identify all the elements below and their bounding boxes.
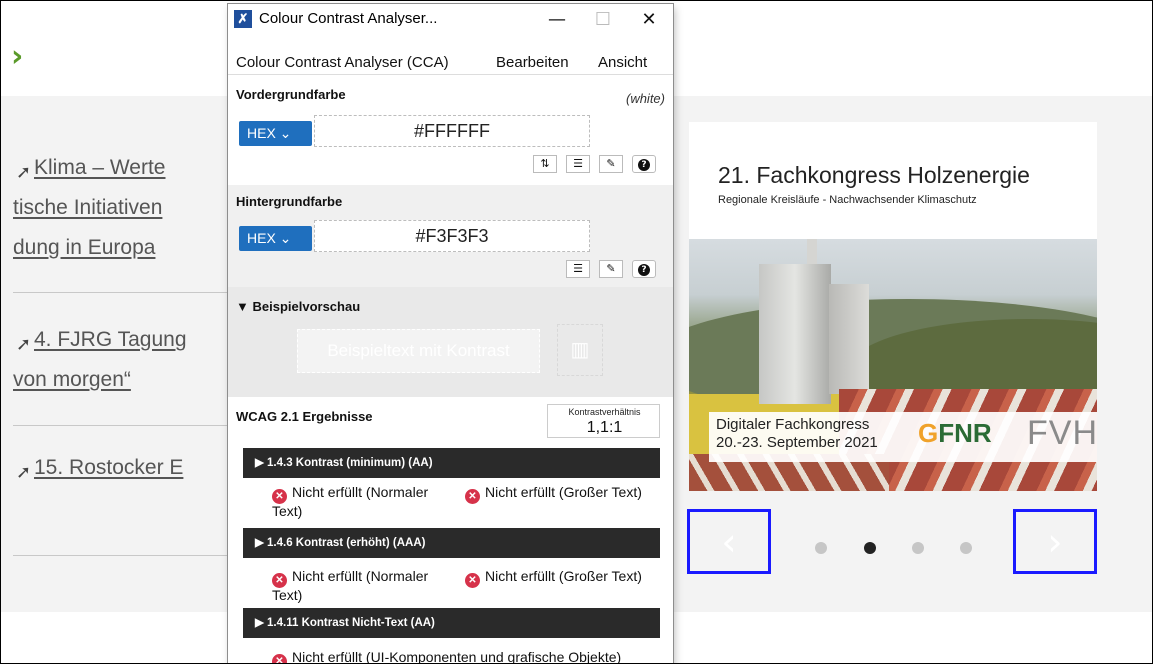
eyedropper-icon[interactable]: ✎ xyxy=(599,260,623,278)
news-link-fjrg[interactable]: 4. FJRG Tagung xyxy=(34,321,187,359)
menu-ansicht[interactable]: Ansicht xyxy=(598,54,647,71)
event-banner: Digitaler Fachkongress 20.-23. September… xyxy=(709,412,1097,462)
menu-cca[interactable]: Colour Contrast Analyser (CCA) xyxy=(236,54,449,71)
results-title: WCAG 2.1 Ergebnisse xyxy=(236,409,373,424)
background-title: Hintergrundfarbe xyxy=(236,194,343,209)
chevron-right-icon: › xyxy=(1047,519,1063,564)
foreground-title: Vordergrundfarbe xyxy=(236,87,346,102)
background-hex-input[interactable]: #F3F3F3 xyxy=(314,220,590,252)
result-normal-text: ✕ Nicht erfüllt (Normaler Text) xyxy=(272,484,429,519)
foreground-format-select[interactable]: HEX ⌄ xyxy=(239,121,312,146)
news-link-klima-line2[interactable]: tische Initiativen xyxy=(13,189,162,227)
news-link-klima[interactable]: Klima – Werte xyxy=(34,149,166,187)
eyedropper-icon[interactable]: ✎ xyxy=(599,155,623,173)
contrast-ratio-label: Kontrastverhältnis xyxy=(568,407,641,417)
preview-sample-text: Beispieltext mit Kontrast xyxy=(297,329,540,373)
carousel-dot-1[interactable] xyxy=(815,542,827,554)
external-link-icon: ➚ xyxy=(16,462,32,483)
event-banner-line1: Digitaler Fachkongress xyxy=(716,416,870,433)
foreground-color-name: (white) xyxy=(625,91,665,106)
chevron-left-icon: ‹ xyxy=(721,519,737,564)
carousel-dot-3[interactable] xyxy=(912,542,924,554)
fail-icon: ✕ xyxy=(465,489,480,504)
foreground-section: Vordergrundfarbe (white) HEX ⌄ #FFFFFF ⇅… xyxy=(228,75,673,185)
carousel-prev-button[interactable]: ‹ xyxy=(687,509,771,574)
swap-colors-icon[interactable]: ⇅ xyxy=(533,155,557,173)
contrast-ratio-value: 1,1:1 xyxy=(586,419,623,436)
event-banner-line2: 20.-23. September 2021 xyxy=(716,434,878,451)
carousel-dot-2[interactable] xyxy=(864,542,876,554)
external-link-icon: ➚ xyxy=(16,162,32,183)
result-large-text: ✕ Nicht erfüllt (Großer Text) xyxy=(465,569,642,588)
divider xyxy=(13,555,233,556)
breadcrumb-chevron-icon: › xyxy=(11,39,24,74)
carousel-next-button[interactable]: › xyxy=(1013,509,1097,574)
criterion-1-4-3[interactable]: ▶ 1.4.3 Kontrast (minimum) (AA) xyxy=(243,448,660,478)
preview-chart-icon: ▥ xyxy=(557,324,603,376)
background-section: Hintergrundfarbe HEX ⌄ #F3F3F3 ☰ ✎ ? xyxy=(228,186,673,286)
criterion-1-4-11[interactable]: ▶ 1.4.11 Kontrast Nicht-Text (AA) xyxy=(243,608,660,638)
cca-titlebar[interactable]: ✗ Colour Contrast Analyser... — ☐ ✕ xyxy=(228,4,673,34)
divider xyxy=(13,292,233,293)
sliders-icon[interactable]: ☰ xyxy=(566,260,590,278)
divider xyxy=(13,425,233,426)
result-normal-text: ✕ Nicht erfüllt (Normaler Text) xyxy=(272,568,429,603)
menu-bearbeiten[interactable]: Bearbeiten xyxy=(496,54,569,71)
foreground-hex-input[interactable]: #FFFFFF xyxy=(314,115,590,147)
sliders-icon[interactable]: ☰ xyxy=(566,155,590,173)
browser-viewport: › ➚ Klima – Werte tische Initiativen dun… xyxy=(0,0,1153,664)
fail-icon: ✕ xyxy=(272,573,287,588)
cca-window-title: Colour Contrast Analyser... xyxy=(259,10,438,27)
news-link-rostocker[interactable]: 15. Rostocker E xyxy=(34,449,183,487)
contrast-ratio-box: Kontrastverhältnis 1,1:1 xyxy=(547,404,660,438)
help-icon[interactable]: ? xyxy=(632,260,656,278)
close-button[interactable]: ✕ xyxy=(626,4,672,34)
fnr-logo: GFNR xyxy=(918,418,992,448)
event-title: 21. Fachkongress Holzenergie xyxy=(718,162,1030,188)
help-icon[interactable]: ? xyxy=(632,155,656,173)
carousel-dot-4[interactable] xyxy=(960,542,972,554)
fail-icon: ✕ xyxy=(272,489,287,504)
news-link-klima-line3[interactable]: dung in Europa xyxy=(13,229,155,267)
fail-icon: ✕ xyxy=(465,573,480,588)
result-large-text: ✕ Nicht erfüllt (Großer Text) xyxy=(465,485,642,504)
maximize-button[interactable]: ☐ xyxy=(580,4,626,34)
preview-title[interactable]: ▼ Beispielvorschau xyxy=(236,299,360,314)
event-teaser-card[interactable]: 21. Fachkongress Holzenergie Regionale K… xyxy=(689,122,1097,491)
background-format-select[interactable]: HEX ⌄ xyxy=(239,226,312,251)
cca-app-icon: ✗ xyxy=(234,10,252,28)
cca-window: ✗ Colour Contrast Analyser... — ☐ ✕ Colo… xyxy=(228,4,673,663)
criterion-1-4-6[interactable]: ▶ 1.4.6 Kontrast (erhöht) (AAA) xyxy=(243,528,660,558)
result-ui-components: ✕ Nicht erfüllt (UI-Komponenten und grafi… xyxy=(272,650,621,663)
external-link-icon: ➚ xyxy=(16,334,32,355)
fvh-logo: FVH xyxy=(1027,414,1097,452)
fail-icon: ✕ xyxy=(272,654,287,663)
event-subtitle: Regionale Kreisläufe - Nachwachsender Kl… xyxy=(718,194,977,206)
news-link-fjrg-line2[interactable]: von morgen“ xyxy=(13,361,131,399)
minimize-button[interactable]: — xyxy=(534,4,580,34)
cca-menubar: Colour Contrast Analyser (CCA) Bearbeite… xyxy=(228,34,673,75)
